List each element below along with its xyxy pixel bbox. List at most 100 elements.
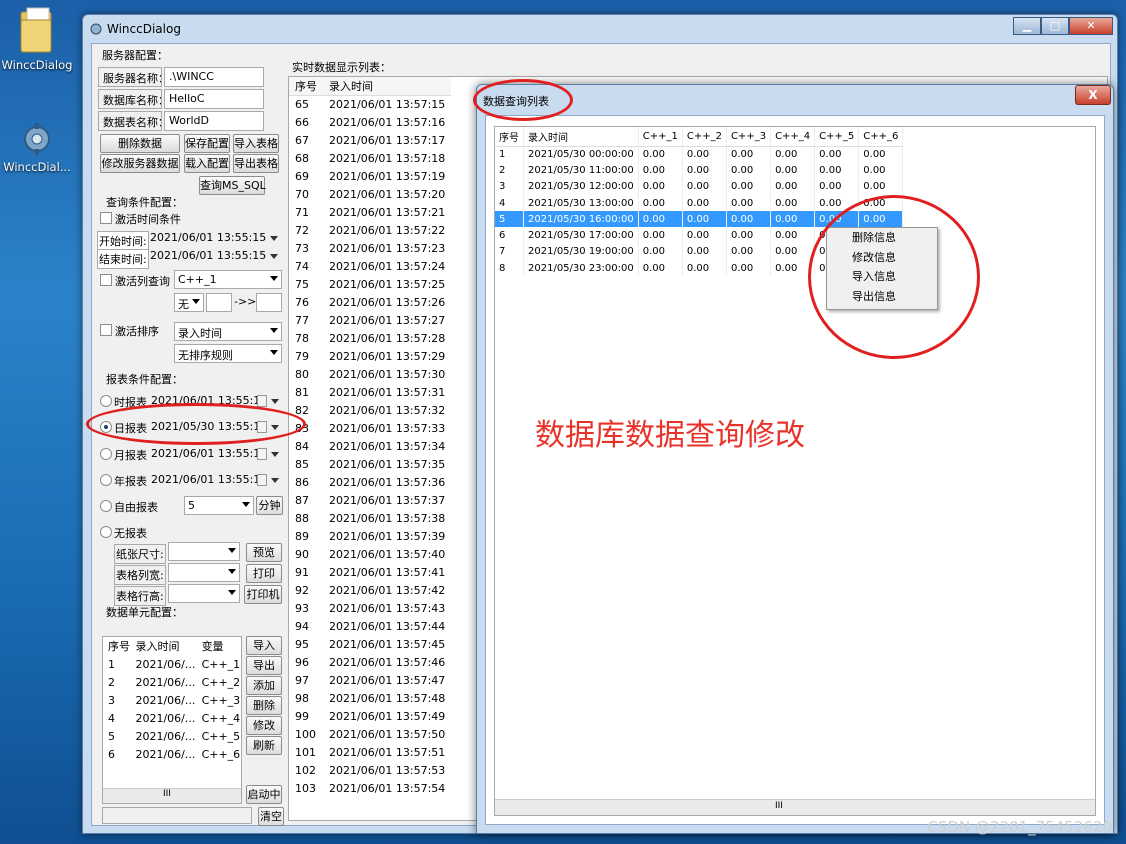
year-report-picker[interactable]: 2021/06/01 13:55:15 (151, 471, 281, 490)
free-report-radio[interactable] (100, 500, 112, 512)
table-row[interactable]: 1 2021/06/... C++_1 (103, 655, 241, 673)
month-report-picker[interactable]: 2021/06/01 13:55:15 (151, 445, 281, 464)
free-report-select[interactable]: 5 (184, 496, 254, 515)
sort-field-select[interactable]: 录入时间 (174, 322, 282, 341)
table-row[interactable]: 2 2021/06/... C++_2 (103, 673, 241, 691)
table-row[interactable]: 80 2021/06/01 13:57:30 (289, 365, 451, 383)
table-row[interactable]: 69 2021/06/01 13:57:19 (289, 167, 451, 185)
column-header[interactable]: 序号 (495, 127, 524, 147)
year-report-radio[interactable] (100, 474, 112, 486)
column-header[interactable]: C++_6 (858, 127, 904, 147)
maximize-button[interactable]: □ (1041, 17, 1069, 35)
printer-button[interactable]: 打印机 (244, 585, 282, 604)
column-header[interactable]: 变量 (197, 637, 241, 655)
table-row[interactable]: 98 2021/06/01 13:57:48 (289, 689, 451, 707)
column-header[interactable]: 录入时间 (130, 637, 196, 655)
table-row[interactable]: 103 2021/06/01 13:57:54 (289, 779, 451, 797)
table-row[interactable]: 5 2021/06/... C++_5 (103, 727, 241, 745)
table-row[interactable]: 83 2021/06/01 13:57:33 (289, 419, 451, 437)
month-report-radio[interactable] (100, 448, 112, 460)
table-row[interactable]: 95 2021/06/01 13:57:45 (289, 635, 451, 653)
desktop-icon-exe[interactable]: WinccDial... (0, 122, 74, 174)
table-row[interactable]: 82 2021/06/01 13:57:32 (289, 401, 451, 419)
table-row[interactable]: 68 2021/06/01 13:57:18 (289, 149, 451, 167)
hour-report-radio[interactable] (100, 395, 112, 407)
horizontal-scrollbar[interactable]: III (103, 788, 241, 803)
table-row[interactable]: 96 2021/06/01 13:57:46 (289, 653, 451, 671)
activate-time-checkbox[interactable] (100, 212, 112, 224)
desktop-icon-folder[interactable]: WinccDialog (0, 6, 74, 72)
table-row[interactable]: 78 2021/06/01 13:57:28 (289, 329, 451, 347)
import-unit-button[interactable]: 导入 (246, 636, 282, 655)
query-mssql-button[interactable]: 查询MS_SQL (199, 176, 266, 195)
table-row[interactable]: 102 2021/06/01 13:57:53 (289, 761, 451, 779)
table-row[interactable]: 92 2021/06/01 13:57:42 (289, 581, 451, 599)
table-row[interactable]: 75 2021/06/01 13:57:25 (289, 275, 451, 293)
column-select[interactable]: C++_1 (174, 270, 282, 289)
table-row[interactable]: 88 2021/06/01 13:57:38 (289, 509, 451, 527)
load-config-button[interactable]: 载入配置 (184, 154, 230, 173)
import-table-button[interactable]: 导入表格 (233, 134, 279, 153)
column-header[interactable]: 序号 (103, 637, 130, 655)
modify-server-button[interactable]: 修改服务器数据 (100, 154, 180, 173)
column-header[interactable]: C++_1 (638, 127, 683, 147)
modify-unit-button[interactable]: 修改 (246, 716, 282, 735)
table-row[interactable]: 94 2021/06/01 13:57:44 (289, 617, 451, 635)
export-unit-button[interactable]: 导出 (246, 656, 282, 675)
preview-button[interactable]: 预览 (246, 543, 282, 562)
dialog-close-button[interactable]: X (1075, 85, 1111, 105)
print-button[interactable]: 打印 (246, 564, 282, 583)
table-row[interactable]: 77 2021/06/01 13:57:27 (289, 311, 451, 329)
starting-button[interactable]: 启动中 (246, 785, 282, 804)
table-row[interactable]: 71 2021/06/01 13:57:21 (289, 203, 451, 221)
table-row[interactable]: 70 2021/06/01 13:57:20 (289, 185, 451, 203)
table-row[interactable]: 79 2021/06/01 13:57:29 (289, 347, 451, 365)
table-row[interactable]: 4 2021/05/30 13:00:00 0.00 0.00 0.00 0.00 0.00… (495, 194, 904, 212)
table-row[interactable]: 100 2021/06/01 13:57:50 (289, 725, 451, 743)
column-header[interactable]: 录入时间 (523, 127, 639, 147)
operator-select[interactable]: 无 (174, 293, 204, 312)
table-row[interactable]: 4 2021/06/... C++_4 (103, 709, 241, 727)
column-header[interactable]: 序号 (289, 77, 323, 95)
table-row[interactable]: 87 2021/06/01 13:57:37 (289, 491, 451, 509)
row-height-select[interactable] (168, 584, 240, 603)
column-min-input[interactable] (206, 293, 232, 312)
col-width-select[interactable] (168, 563, 240, 582)
column-header[interactable]: C++_4 (770, 127, 816, 147)
table-row[interactable]: 91 2021/06/01 13:57:41 (289, 563, 451, 581)
delete-data-button[interactable]: 删除数据 (100, 134, 180, 153)
table-row[interactable]: 93 2021/06/01 13:57:43 (289, 599, 451, 617)
close-button[interactable]: ✕ (1069, 17, 1113, 35)
table-row[interactable]: 81 2021/06/01 13:57:31 (289, 383, 451, 401)
server-name-input[interactable]: .\WINCC (164, 67, 264, 87)
table-row[interactable]: 72 2021/06/01 13:57:22 (289, 221, 451, 239)
table-name-input[interactable]: WorldD (164, 111, 264, 131)
table-row[interactable]: 1 2021/05/30 00:00:00 0.00 0.00 0.00 0.00 0.00… (495, 146, 904, 163)
data-units-list[interactable]: 序号 录入时间 变量 1 2021/06/... C++_1 2 2021/06/... C+… (102, 636, 242, 804)
query-result-list[interactable]: 序号 录入时间 C++_1 C++_2 C++_3 C++_4 C++_5 C++_6 1 20… (494, 126, 1096, 816)
table-row[interactable]: 90 2021/06/01 13:57:40 (289, 545, 451, 563)
db-name-input[interactable]: HelloC (164, 89, 264, 109)
column-header[interactable]: C++_2 (682, 127, 727, 147)
table-row[interactable]: 99 2021/06/01 13:57:49 (289, 707, 451, 725)
table-row[interactable]: 74 2021/06/01 13:57:24 (289, 257, 451, 275)
table-row[interactable]: 67 2021/06/01 13:57:17 (289, 131, 451, 149)
delete-unit-button[interactable]: 删除 (246, 696, 282, 715)
start-time-picker[interactable]: 2021/06/01 13:55:15 (150, 229, 280, 248)
table-row[interactable]: 66 2021/06/01 13:57:16 (289, 113, 451, 131)
export-table-button[interactable]: 导出表格 (233, 154, 279, 173)
minimize-button[interactable]: ▁ (1013, 17, 1041, 35)
table-row[interactable]: 65 2021/06/01 13:57:15 (289, 95, 451, 113)
column-header[interactable]: C++_3 (726, 127, 772, 147)
no-report-radio[interactable] (100, 526, 112, 538)
column-max-input[interactable] (256, 293, 282, 312)
refresh-unit-button[interactable]: 刷新 (246, 736, 282, 755)
table-row[interactable]: 89 2021/06/01 13:57:39 (289, 527, 451, 545)
table-row[interactable]: 2 2021/05/30 11:00:00 0.00 0.00 0.00 0.00 0.00… (495, 162, 904, 179)
table-row[interactable]: 3 2021/05/30 12:00:00 0.00 0.00 0.00 0.00 0.00… (495, 178, 904, 195)
activate-column-checkbox[interactable] (100, 274, 112, 286)
table-row[interactable]: 86 2021/06/01 13:57:36 (289, 473, 451, 491)
table-row[interactable]: 84 2021/06/01 13:57:34 (289, 437, 451, 455)
table-row[interactable]: 73 2021/06/01 13:57:23 (289, 239, 451, 257)
save-config-button[interactable]: 保存配置 (184, 134, 230, 153)
